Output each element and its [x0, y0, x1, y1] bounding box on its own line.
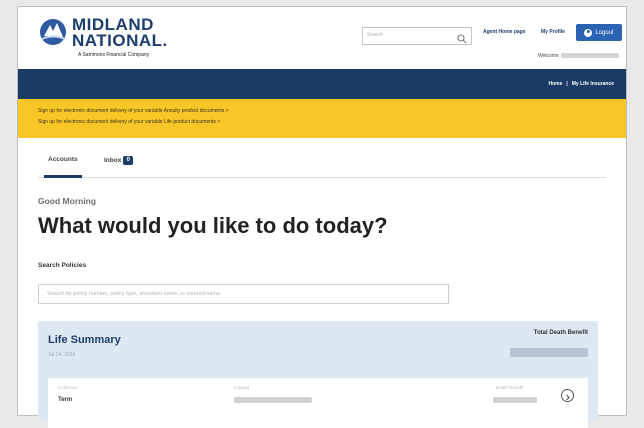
- insured-name-redacted: [234, 397, 312, 403]
- life-summary-panel: Life Summary Jul 24, 2020 Total Death Be…: [38, 321, 598, 428]
- death-benefit-redacted: [493, 397, 537, 403]
- active-tab-indicator: [44, 175, 82, 178]
- inbox-count-badge: 0: [123, 156, 134, 165]
- search-policies-placeholder: Search by policy number, policy type, an…: [47, 291, 221, 297]
- tab-bar: Accounts Inbox 0: [38, 138, 606, 178]
- search-policies-input[interactable]: Search by policy number, policy type, an…: [38, 284, 449, 304]
- welcome-username-redacted: [560, 53, 619, 59]
- search-icon[interactable]: [457, 31, 467, 44]
- tab-accounts[interactable]: Accounts: [48, 156, 78, 163]
- banner-life-link[interactable]: Sign up for electronic document delivery…: [38, 119, 606, 130]
- user-icon: [584, 28, 593, 37]
- logo-subtitle: A Sammons Financial Company: [78, 52, 150, 58]
- breadcrumb-current[interactable]: My Life Insurance: [572, 81, 614, 87]
- total-death-benefit-label: Total Death Benefit: [533, 330, 588, 336]
- midland-national-logo[interactable]: MIDLAND NATIONAL. A Sammons Financial Co…: [38, 16, 168, 58]
- logo-mark-icon: [38, 17, 68, 47]
- policy-type: Term: [58, 397, 73, 403]
- banner-annuity-link[interactable]: Sign up for electronic document delivery…: [38, 108, 606, 119]
- col-header-collection: Collection: [58, 385, 78, 390]
- breadcrumb-home[interactable]: Home: [548, 81, 562, 87]
- greeting-text: Good Morning: [38, 196, 97, 206]
- tab-inbox[interactable]: Inbox 0: [104, 156, 134, 165]
- logo-wordmark: MIDLAND NATIONAL. A Sammons Financial Co…: [72, 16, 168, 58]
- page-headline: What would you like to do today?: [38, 213, 388, 238]
- nav-bar: Home | My Life Insurance: [18, 69, 626, 99]
- welcome-label: Welcome: [538, 53, 559, 59]
- search-policies-label: Search Policies: [38, 262, 87, 269]
- policy-row-card[interactable]: Collection Insured Death Benefit Term: [48, 378, 588, 428]
- agent-home-link[interactable]: Agent Home page: [483, 29, 526, 35]
- tab-inbox-label: Inbox: [104, 157, 122, 165]
- total-death-benefit-value-redacted: [510, 348, 588, 357]
- col-header-death-benefit: Death Benefit: [496, 385, 524, 390]
- life-summary-date: Jul 24, 2020: [48, 352, 76, 358]
- header-search-input[interactable]: Search: [362, 27, 472, 45]
- breadcrumb: Home | My Life Insurance: [544, 81, 614, 87]
- chevron-right-icon[interactable]: [561, 389, 574, 402]
- logout-label: Logout: [595, 29, 614, 36]
- life-summary-title: Life Summary: [48, 334, 121, 346]
- header-search-placeholder: Search: [367, 32, 383, 38]
- edelivery-banner: Sign up for electronic document delivery…: [18, 99, 626, 138]
- logo-line-2: NATIONAL.: [72, 31, 168, 50]
- col-header-insured: Insured: [234, 385, 250, 390]
- logout-button[interactable]: Logout: [576, 24, 622, 41]
- top-header: MIDLAND NATIONAL. A Sammons Financial Co…: [18, 7, 626, 69]
- breadcrumb-separator: |: [566, 81, 568, 87]
- welcome-text: Welcome: [538, 53, 619, 59]
- my-profile-link[interactable]: My Profile: [541, 29, 565, 35]
